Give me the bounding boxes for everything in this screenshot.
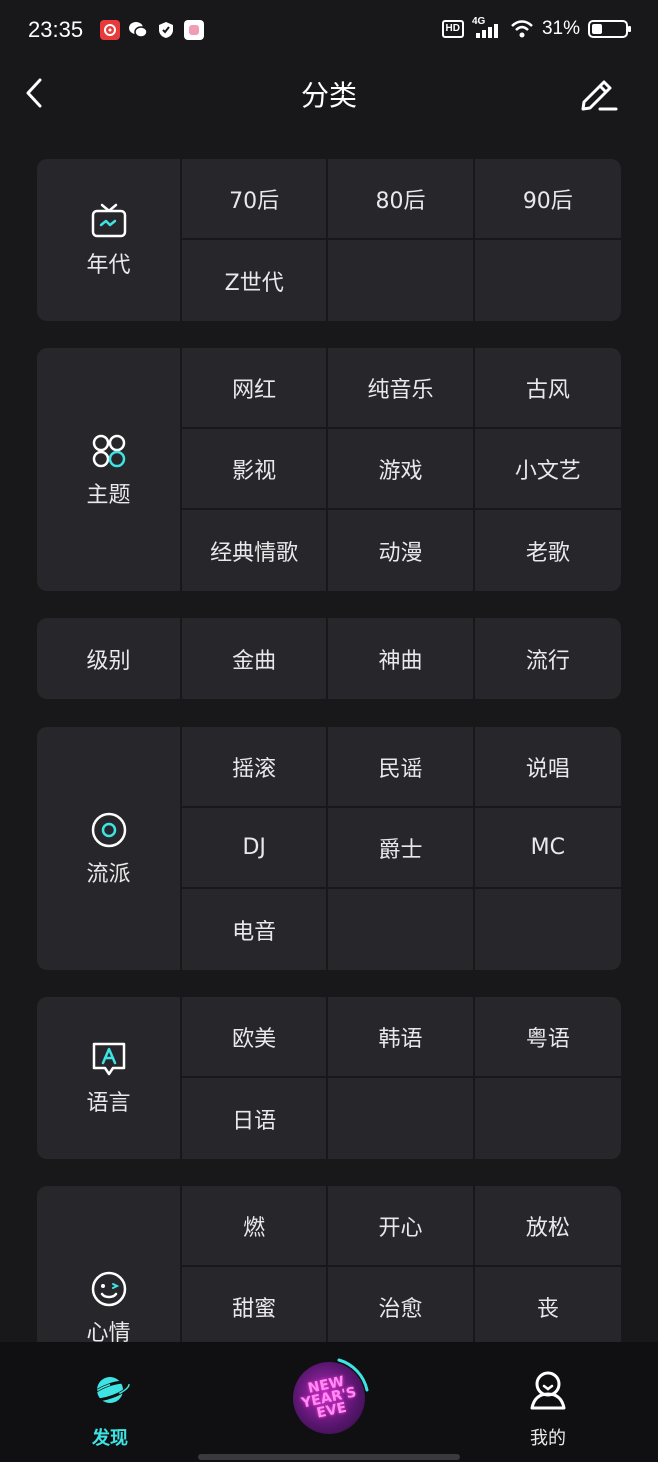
center-play-button[interactable]: NEW YEAR'S EVE xyxy=(293,1362,365,1434)
section-era: 年代 70后 80后 90后 Z世代 xyxy=(37,159,621,321)
status-right: HD 4G 31% xyxy=(441,16,631,40)
tag-cell[interactable]: 说唱 xyxy=(474,727,621,808)
tag-cell[interactable]: 粤语 xyxy=(474,997,621,1078)
edit-button[interactable] xyxy=(578,72,620,114)
nav-mine[interactable]: 我的 xyxy=(488,1368,608,1450)
section-theme: 主题 网红 纯音乐 古风 影视 游戏 小文艺 经典情歌 动漫 老歌 xyxy=(37,348,621,591)
shield-icon xyxy=(156,20,176,40)
grid-icon xyxy=(92,434,125,467)
empty-cell xyxy=(328,1078,475,1159)
tag-cell[interactable]: 纯音乐 xyxy=(328,348,475,429)
tag-cell[interactable]: 80后 xyxy=(328,159,475,240)
notification-icons xyxy=(100,20,204,40)
tag-cell[interactable]: 爵士 xyxy=(328,808,475,889)
section-genre: 流派 摇滚 民谣 说唱 DJ 爵士 MC 电音 xyxy=(37,727,621,970)
app-notification-icon xyxy=(184,20,204,40)
section-label: 年代 xyxy=(86,253,131,278)
tag-cell[interactable]: 燃 xyxy=(182,1186,329,1267)
empty-cell xyxy=(328,889,475,970)
center-disc-text: NEW YEAR'S EVE xyxy=(299,1373,358,1422)
section-head-language[interactable]: 语言 xyxy=(37,997,182,1159)
wifi-icon xyxy=(510,19,534,39)
tag-cell[interactable]: 古风 xyxy=(474,348,621,429)
section-grid: 70后 80后 90后 Z世代 xyxy=(182,159,621,321)
edit-pencil-icon xyxy=(581,80,618,111)
tag-cell[interactable]: 治愈 xyxy=(328,1267,475,1348)
header: 分类 xyxy=(0,62,658,124)
section-grid: 摇滚 民谣 说唱 DJ 爵士 MC 电音 xyxy=(182,727,621,970)
empty-cell xyxy=(328,240,475,321)
tag-cell[interactable]: 甜蜜 xyxy=(182,1267,329,1348)
bottom-nav: 发现 NEW YEAR'S EVE 我的 xyxy=(0,1342,658,1462)
status-bar: 23:35 HD 4G 31% xyxy=(0,0,658,62)
empty-cell xyxy=(475,240,621,321)
section-label: 主题 xyxy=(86,482,131,508)
tag-cell[interactable]: 游戏 xyxy=(328,429,475,510)
tag-cell[interactable]: 欧美 xyxy=(182,997,329,1078)
section-label: 语言 xyxy=(86,1091,131,1116)
smile-icon xyxy=(91,1271,126,1306)
tag-cell[interactable]: 70后 xyxy=(182,159,329,240)
netease-music-icon xyxy=(100,20,120,40)
tag-cell[interactable]: 网红 xyxy=(182,348,329,429)
section-label: 流派 xyxy=(86,861,131,887)
tag-cell[interactable]: MC xyxy=(474,808,621,889)
tag-cell[interactable]: 金曲 xyxy=(182,618,329,699)
tag-cell[interactable]: 电音 xyxy=(182,889,329,970)
tag-cell[interactable]: 影视 xyxy=(182,429,329,510)
tv-icon xyxy=(91,203,126,238)
section-level: 级别 金曲 神曲 流行 xyxy=(37,618,621,699)
tag-cell[interactable]: 经典情歌 xyxy=(182,510,329,591)
disc-icon xyxy=(91,812,126,847)
tag-cell[interactable]: 老歌 xyxy=(475,510,621,591)
planet-icon xyxy=(89,1377,131,1403)
hd-badge: HD xyxy=(441,20,464,38)
tag-cell[interactable]: DJ xyxy=(182,808,329,889)
tag-cell[interactable]: 流行 xyxy=(475,618,621,699)
battery-icon xyxy=(588,20,631,38)
section-grid: 金曲 神曲 流行 xyxy=(182,618,621,699)
section-head-theme[interactable]: 主题 xyxy=(37,348,182,591)
tag-cell[interactable]: 丧 xyxy=(474,1267,621,1348)
wechat-icon xyxy=(128,20,148,40)
status-time: 23:35 xyxy=(28,17,84,42)
empty-cell xyxy=(475,1078,621,1159)
tag-cell[interactable]: 日语 xyxy=(182,1078,329,1159)
section-language: 语言 欧美 韩语 粤语 日语 xyxy=(37,997,621,1159)
section-head-level[interactable]: 级别 xyxy=(37,618,182,699)
nav-discover[interactable]: 发现 xyxy=(50,1368,170,1450)
section-head-genre[interactable]: 流派 xyxy=(37,727,182,970)
tag-cell[interactable]: 小文艺 xyxy=(474,429,621,510)
tag-cell[interactable]: 摇滚 xyxy=(182,727,329,808)
language-icon xyxy=(92,1042,125,1076)
tag-cell[interactable]: 民谣 xyxy=(328,727,475,808)
tag-cell[interactable]: 韩语 xyxy=(328,997,475,1078)
section-label: 级别 xyxy=(86,648,131,674)
tag-cell[interactable]: 开心 xyxy=(328,1186,475,1267)
nav-discover-label: 发现 xyxy=(92,1428,128,1449)
section-grid: 网红 纯音乐 古风 影视 游戏 小文艺 经典情歌 动漫 老歌 xyxy=(182,348,621,591)
nav-mine-label: 我的 xyxy=(530,1428,566,1449)
home-indicator xyxy=(198,1454,460,1460)
battery-percent: 31% xyxy=(541,18,580,39)
user-icon xyxy=(530,1371,566,1410)
empty-cell xyxy=(475,889,621,970)
tag-cell[interactable]: Z世代 xyxy=(182,240,329,321)
tag-cell[interactable]: 神曲 xyxy=(328,618,475,699)
section-grid: 欧美 韩语 粤语 日语 xyxy=(182,997,621,1159)
page-title: 分类 xyxy=(300,79,357,112)
signal-icon: 4G xyxy=(472,16,502,40)
tag-cell[interactable]: 90后 xyxy=(474,159,621,240)
tag-cell[interactable]: 动漫 xyxy=(328,510,475,591)
tag-cell[interactable]: 放松 xyxy=(474,1186,621,1267)
battery-level xyxy=(592,24,602,34)
section-head-era[interactable]: 年代 xyxy=(37,159,182,321)
